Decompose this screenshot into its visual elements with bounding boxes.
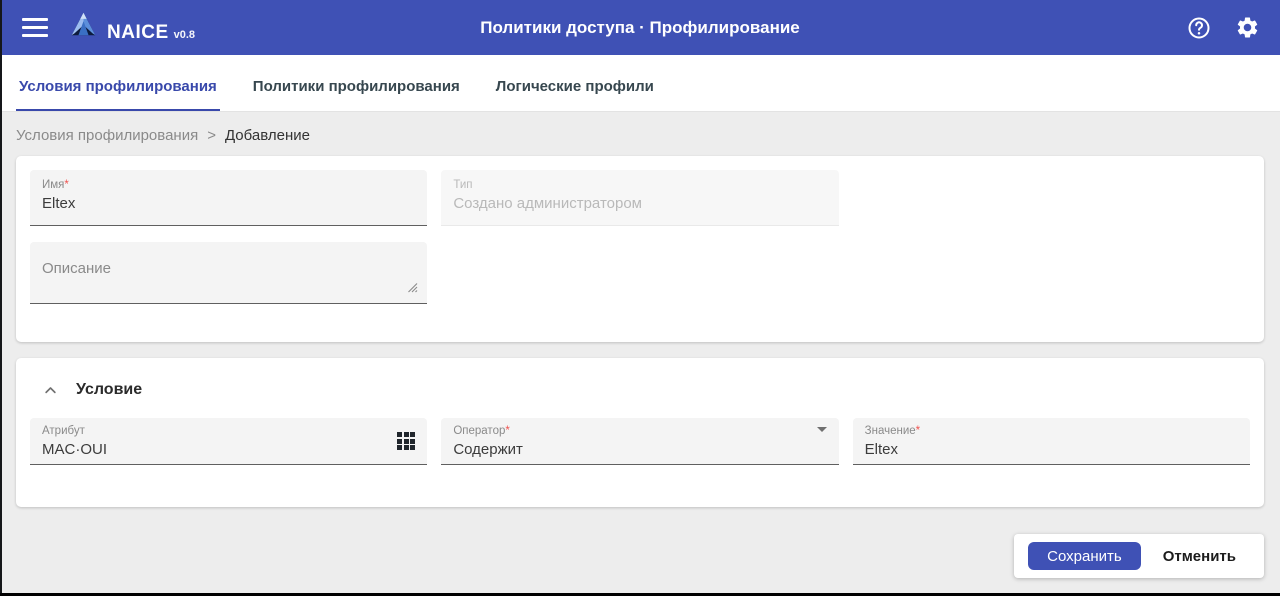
condition-card: Условие Атрибут MAC·OUI Оператор* Содерж… — [16, 358, 1264, 507]
cancel-button[interactable]: Отменить — [1149, 543, 1250, 570]
chevron-down-icon[interactable] — [817, 432, 827, 450]
naice-logo-icon — [70, 11, 97, 43]
tab-profiling-policies[interactable]: Политики профилирования — [250, 78, 463, 111]
attribute-value: MAC·OUI — [42, 438, 415, 458]
type-field: Тип — [441, 170, 838, 226]
breadcrumb-separator: > — [207, 127, 216, 144]
condition-section-title: Условие — [76, 381, 142, 399]
help-circle-icon[interactable] — [1186, 15, 1212, 41]
chevron-up-icon[interactable] — [38, 378, 62, 402]
menu-icon[interactable] — [22, 18, 48, 37]
resize-handle-icon[interactable] — [407, 280, 418, 298]
attribute-field-label: Атрибут — [42, 424, 415, 438]
value-field-label: Значение* — [865, 424, 1238, 438]
save-button[interactable]: Сохранить — [1028, 542, 1141, 570]
breadcrumb-parent[interactable]: Условия профилирования — [16, 127, 198, 144]
window-edge-left — [0, 0, 2, 596]
operator-value: Содержит — [453, 438, 826, 458]
brand-name: NAICE — [107, 22, 169, 44]
grid-apps-icon[interactable] — [397, 432, 415, 450]
tab-bar: Условия профилирования Политики профилир… — [0, 55, 1280, 112]
operator-field[interactable]: Оператор* Содержит — [441, 418, 838, 465]
general-info-card: Имя* Тип Описание — [16, 156, 1264, 342]
breadcrumb-current: Добавление — [225, 127, 310, 144]
breadcrumb: Условия профилирования > Добавление — [0, 112, 1280, 156]
app-bar: NAICE v0.8 Политики доступа · Профилиров… — [0, 0, 1280, 55]
settings-gear-icon[interactable] — [1234, 15, 1260, 41]
value-field[interactable]: Значение* — [853, 418, 1250, 465]
value-input[interactable] — [865, 438, 1238, 458]
tab-logical-profiles[interactable]: Логические профили — [493, 78, 657, 111]
name-input[interactable] — [42, 192, 415, 212]
name-field-label: Имя* — [42, 178, 415, 192]
name-field[interactable]: Имя* — [30, 170, 427, 226]
tab-profiling-conditions[interactable]: Условия профилирования — [16, 78, 220, 111]
brand: NAICE v0.8 — [70, 11, 195, 44]
attribute-field[interactable]: Атрибут MAC·OUI — [30, 418, 427, 465]
brand-version: v0.8 — [174, 29, 195, 41]
description-placeholder: Описание — [42, 260, 111, 277]
type-input — [453, 192, 826, 212]
action-bar: Сохранить Отменить — [1014, 534, 1264, 578]
operator-field-label: Оператор* — [453, 424, 826, 438]
description-field[interactable]: Описание — [30, 242, 427, 304]
type-field-label: Тип — [453, 178, 826, 192]
